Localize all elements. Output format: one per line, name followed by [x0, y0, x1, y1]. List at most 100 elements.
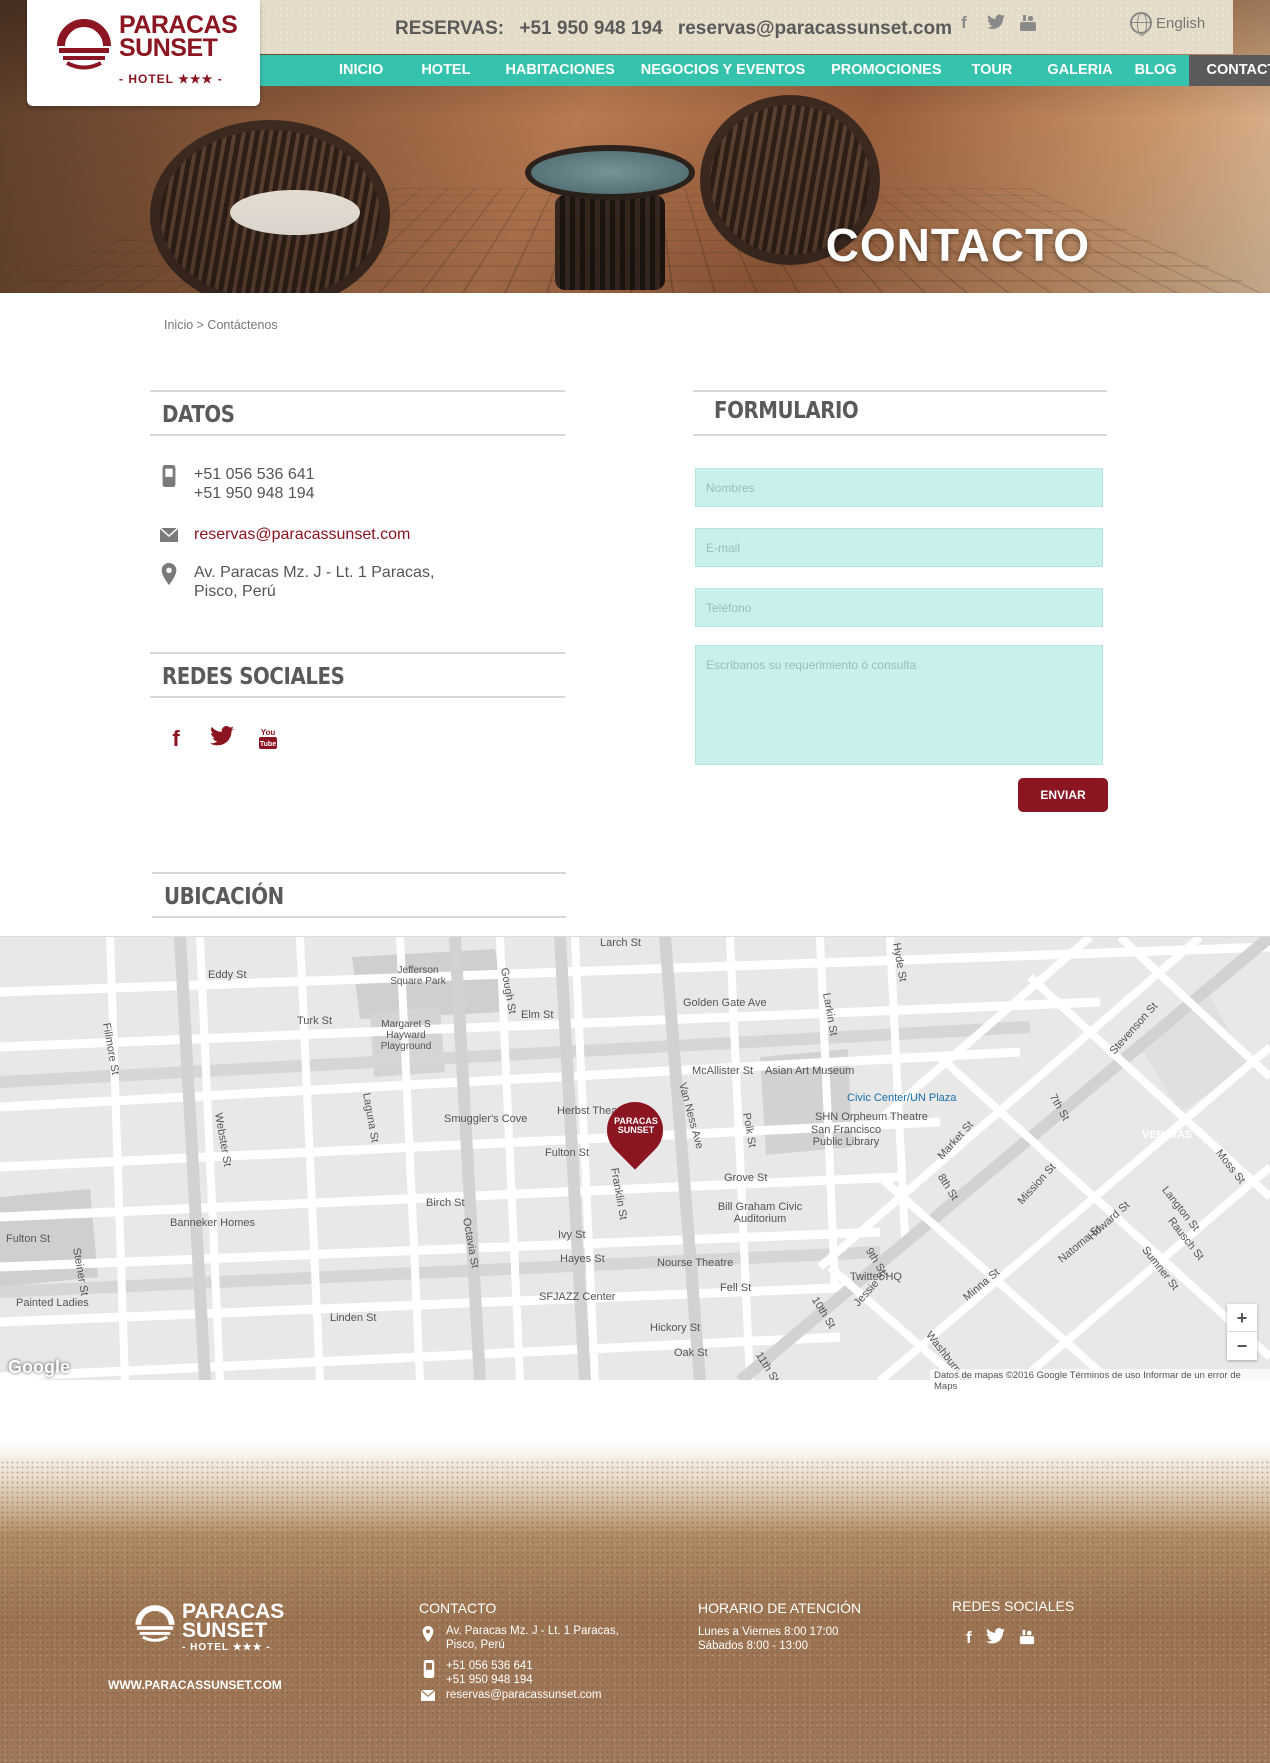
map-label: Elm St [521, 1009, 554, 1021]
map-label: Asian Art Museum [765, 1065, 855, 1077]
google-logo: Google [8, 1357, 70, 1377]
map-label: Ivy St [558, 1229, 586, 1241]
footer-website-link[interactable]: WWW.PARACASSUNSET.COM [108, 1678, 282, 1692]
map-zoom-controls: + − [1227, 1304, 1257, 1360]
youtube-icon[interactable] [1019, 14, 1037, 32]
footer-envelope-icon [421, 1690, 435, 1701]
redes-heading-text: REDES SOCIALES [162, 664, 345, 690]
twitter-icon[interactable] [210, 725, 234, 756]
reservas-phone[interactable]: +51 950 948 194 [519, 18, 662, 39]
map-label: Fulton St [6, 1233, 51, 1245]
email-input[interactable]: E-mail [695, 528, 1103, 567]
globe-icon [1130, 12, 1152, 36]
map-label: Smuggler's Cove [444, 1113, 528, 1125]
breadcrumb[interactable]: Inicio > Contáctenos [164, 318, 278, 332]
ubicacion-heading-text: UBICACIÓN [164, 884, 284, 910]
language-label: English [1156, 14, 1206, 32]
footer-social-links: f [966, 1628, 1035, 1651]
map-label: McAllister St [692, 1065, 754, 1077]
datos-phone-2[interactable]: +51 950 948 194 [194, 484, 315, 503]
nav-item-inicio[interactable]: INICIO [326, 55, 396, 86]
send-button[interactable]: ENVIAR [1018, 778, 1108, 812]
map-label: Civic Center/UN Plaza [847, 1092, 957, 1104]
logo-line-2: SUNSET [119, 34, 218, 62]
footer-horario: Lunes a Viernes 8:00 17:00 Sábados 8:00 … [698, 1625, 838, 1653]
map-label: Larch St [600, 937, 641, 949]
map-label: Bill Graham Civic Auditorium [717, 1201, 803, 1225]
nav-item-tour[interactable]: TOUR [959, 55, 1026, 86]
reservas-email[interactable]: reservas@paracassunset.com [678, 18, 952, 39]
datos-address-1: Av. Paracas Mz. J - Lt. 1 Paracas, [194, 564, 435, 581]
zoom-out-button[interactable]: − [1227, 1332, 1257, 1360]
hero-title: CONTACTO [825, 219, 1090, 271]
site-logo[interactable]: PARACAS SUNSET - HOTEL ★★★ - [27, 0, 260, 106]
nav-item-habitaciones[interactable]: HABITACIONES [492, 55, 627, 86]
footer-horario-1: Lunes a Viernes 8:00 17:00 [698, 1626, 839, 1638]
message-textarea[interactable]: Escribanos su requerimiento ó consulta [695, 645, 1103, 765]
datos-heading: DATOS [150, 390, 565, 436]
location-pin-icon [161, 563, 177, 585]
map-label: Fulton St [545, 1147, 590, 1159]
map-label: Hayes St [560, 1253, 605, 1265]
nav-item-hotel[interactable]: HOTEL [408, 55, 483, 86]
svg-text:Tube: Tube [260, 741, 276, 748]
envelope-icon [160, 528, 178, 542]
nav-item-negocios[interactable]: NEGOCIOS Y EVENTOS [628, 55, 818, 86]
language-switcher[interactable]: English [1130, 12, 1206, 36]
nav-item-promociones[interactable]: PROMOCIONES [818, 55, 954, 86]
redes-social-links: f You Tube [164, 725, 280, 756]
ubicacion-heading: UBICACIÓN [152, 872, 566, 918]
footer-address-2: Pisco, Perú [446, 1639, 505, 1651]
youtube-icon[interactable]: You Tube [256, 726, 280, 756]
hotel-map-pin-label: PARACAS SUNSET [614, 1116, 658, 1135]
facebook-icon[interactable]: f [955, 14, 973, 32]
map-label: Painted Ladies [16, 1297, 89, 1309]
datos-address-row: Av. Paracas Mz. J - Lt. 1 Paracas, Pisco… [160, 563, 434, 601]
map-label: Linden St [330, 1312, 377, 1324]
footer-address: Av. Paracas Mz. J - Lt. 1 Paracas, Pisco… [446, 1624, 619, 1652]
main-nav: INICIO HOTEL HABITACIONES NEGOCIOS Y EVE… [260, 55, 1270, 86]
name-input[interactable]: Nombres [695, 468, 1103, 507]
twitter-icon[interactable] [987, 14, 1005, 32]
footer-redes-title: REDES SOCIALES [952, 1598, 1075, 1614]
nav-item-blog[interactable]: BLOG [1122, 55, 1190, 86]
map-label: Jefferson Square Park [390, 965, 446, 987]
footer-horario-2: Sábados 8:00 - 13:00 [698, 1640, 808, 1652]
map-label: Golden Gate Ave [683, 997, 767, 1009]
phone-input[interactable]: Teléfono [695, 588, 1103, 627]
footer-logo-icon [135, 1605, 175, 1642]
svg-text:You: You [261, 728, 276, 737]
twitter-icon[interactable] [985, 1628, 1005, 1651]
youtube-icon[interactable] [1019, 1628, 1035, 1651]
footer-phone-2[interactable]: +51 950 948 194 [446, 1673, 533, 1687]
facebook-icon[interactable]: f [966, 1628, 972, 1651]
map-attribution[interactable]: Datos de mapas ©2016 Google Términos de … [930, 1369, 1270, 1393]
map-label: Nourse Theatre [657, 1257, 734, 1269]
footer-logo-text: PARACAS SUNSET [182, 1601, 284, 1641]
topbar-reservas: RESERVAS: +51 950 948 194 reservas@parac… [395, 18, 962, 40]
datos-phone-1[interactable]: +51 056 536 641 [194, 465, 315, 484]
footer-phone-icon [423, 1660, 435, 1678]
page: CONTACTO RESERVAS: +51 950 948 194 reser… [0, 0, 1270, 1763]
map-label: Birch St [426, 1197, 465, 1209]
map-more-link[interactable]: VER MÁS [1142, 1129, 1192, 1141]
reservas-label: RESERVAS: [395, 18, 505, 39]
footer-email[interactable]: reservas@paracassunset.com [446, 1688, 602, 1702]
redes-heading: REDES SOCIALES [150, 652, 565, 698]
map-label: Hickory St [650, 1322, 701, 1334]
footer-address-1: Av. Paracas Mz. J - Lt. 1 Paracas, [446, 1625, 619, 1637]
logo-icon [57, 19, 111, 70]
form-heading-text: FORMULARIO [714, 398, 859, 424]
map-label: Margaret S Hayward Playground [380, 1019, 432, 1052]
mobile-phone-icon [162, 465, 176, 487]
map-label: Turk St [297, 1015, 333, 1027]
footer-phone-1[interactable]: +51 056 536 641 [446, 1659, 533, 1673]
nav-item-galeria[interactable]: GALERIA [1034, 55, 1125, 86]
facebook-icon[interactable]: f [164, 726, 188, 756]
datos-heading-text: DATOS [162, 402, 235, 428]
datos-email[interactable]: reservas@paracassunset.com [194, 525, 410, 544]
footer-location-icon [422, 1626, 434, 1642]
zoom-in-button[interactable]: + [1227, 1304, 1257, 1332]
nav-item-contacto[interactable]: CONTACTO [1189, 55, 1270, 86]
map-label: Banneker Homes [170, 1217, 255, 1229]
